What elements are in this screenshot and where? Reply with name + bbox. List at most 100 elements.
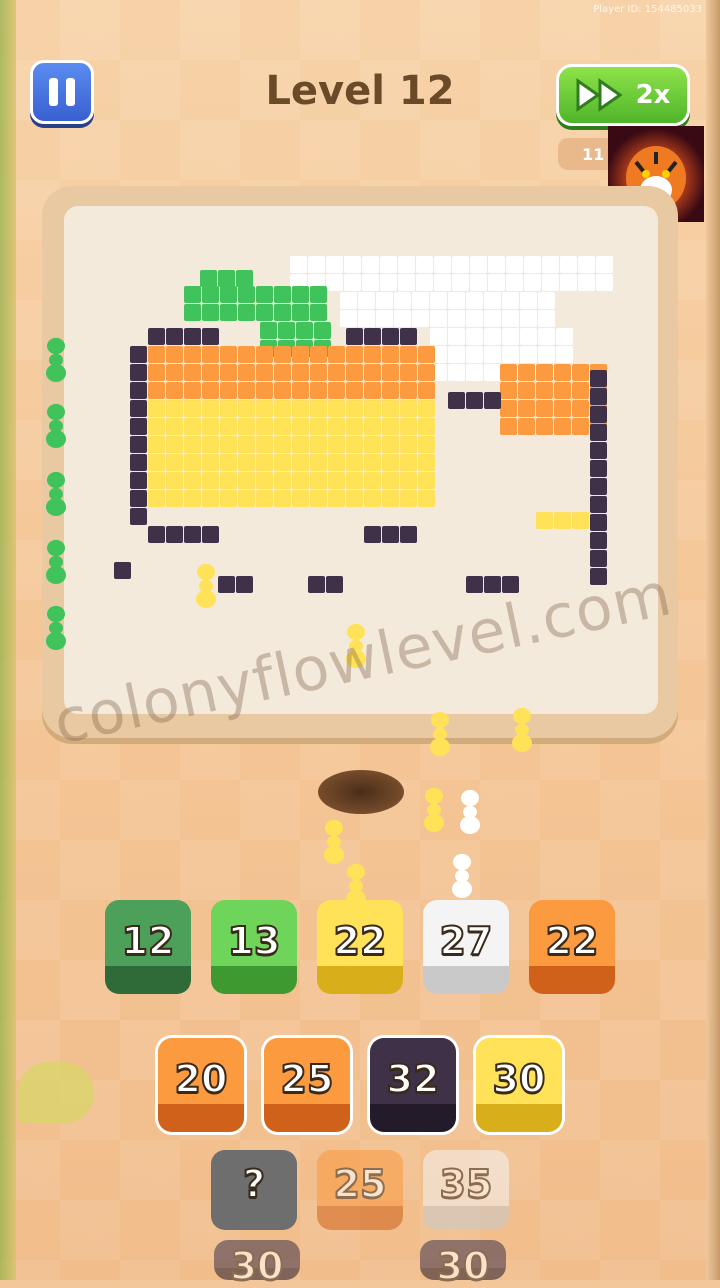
white-pixel <box>412 310 429 327</box>
white-pixel <box>340 292 357 309</box>
ant-tile[interactable]: 22 <box>317 900 403 994</box>
dark-pixel <box>466 576 483 593</box>
white-pixel <box>358 310 375 327</box>
orange-pixel <box>364 364 381 381</box>
orange-pixel <box>500 382 517 399</box>
yellow-pixel <box>346 472 363 489</box>
orange-pixel <box>346 346 363 363</box>
yellow-pixel <box>166 436 183 453</box>
yellow-pixel <box>382 472 399 489</box>
green-pixel <box>314 322 331 339</box>
dark-pixel <box>590 550 607 567</box>
dark-pixel <box>382 328 399 345</box>
yellow-pixel <box>418 454 435 471</box>
dark-pixel <box>202 526 219 543</box>
tile-number: 30 <box>436 1243 491 1288</box>
dark-pixel <box>130 490 147 507</box>
ant-tile[interactable]: 12 <box>105 900 191 994</box>
white-pixel <box>542 274 559 291</box>
green-pixel <box>218 270 235 287</box>
white-pixel <box>340 310 357 327</box>
green-pixel <box>278 322 295 339</box>
ant-tile[interactable]: 32 <box>370 1038 456 1132</box>
queue-row-2: 20 25 32 30 <box>0 1038 720 1132</box>
dark-pixel <box>400 526 417 543</box>
orange-pixel <box>292 346 309 363</box>
dark-pixel <box>448 392 465 409</box>
white-pixel <box>452 274 469 291</box>
yellow-pixel <box>184 400 201 417</box>
yellow-pixel <box>238 436 255 453</box>
yellow-pixel <box>166 400 183 417</box>
dark-pixel <box>346 328 363 345</box>
white-pixel <box>466 310 483 327</box>
white-pixel <box>484 310 501 327</box>
queue-row-3: ? 25 35 <box>0 1150 720 1230</box>
white-pixel <box>448 292 465 309</box>
orange-pixel <box>554 364 571 381</box>
yellow-pixel <box>166 454 183 471</box>
white-pixel <box>488 274 505 291</box>
dark-pixel <box>466 392 483 409</box>
white-pixel <box>412 292 429 309</box>
white-pixel <box>470 274 487 291</box>
yellow-pixel <box>292 454 309 471</box>
green-pixel <box>310 304 327 321</box>
dark-pixel <box>130 346 147 363</box>
orange-pixel <box>536 418 553 435</box>
white-pixel <box>502 346 519 363</box>
dark-pixel <box>590 370 607 387</box>
orange-pixel <box>500 364 517 381</box>
orange-pixel <box>184 364 201 381</box>
white-pixel <box>560 256 577 273</box>
yellow-ant <box>196 563 216 608</box>
orange-pixel <box>346 364 363 381</box>
yellow-pixel <box>220 400 237 417</box>
orange-pixel <box>382 346 399 363</box>
white-pixel <box>538 310 555 327</box>
white-pixel <box>484 292 501 309</box>
dark-pixel <box>166 526 183 543</box>
yellow-pixel <box>400 436 417 453</box>
tile-number: 27 <box>439 918 494 964</box>
green-pixel <box>292 304 309 321</box>
white-pixel <box>380 274 397 291</box>
orange-pixel <box>166 346 183 363</box>
yellow-pixel <box>418 436 435 453</box>
ant-tile[interactable]: 27 <box>423 900 509 994</box>
white-pixel <box>466 346 483 363</box>
ant-tile[interactable]: 30 <box>476 1038 562 1132</box>
orange-pixel <box>274 346 291 363</box>
green-pixel <box>202 286 219 303</box>
orange-pixel <box>238 382 255 399</box>
tile-number: 30 <box>492 1056 547 1102</box>
white-pixel <box>502 310 519 327</box>
dark-pixel <box>130 472 147 489</box>
yellow-pixel <box>310 418 327 435</box>
yellow-pixel <box>274 400 291 417</box>
white-pixel <box>466 292 483 309</box>
ant-tile[interactable]: 22 <box>529 900 615 994</box>
green-pixel <box>184 286 201 303</box>
orange-pixel <box>274 364 291 381</box>
ant-tile[interactable]: 25 <box>264 1038 350 1132</box>
dark-pixel <box>484 576 501 593</box>
dark-pixel <box>590 478 607 495</box>
yellow-pixel <box>346 418 363 435</box>
yellow-pixel <box>310 400 327 417</box>
white-pixel <box>362 256 379 273</box>
white-pixel <box>470 256 487 273</box>
mystery-tile[interactable]: ? <box>211 1150 297 1230</box>
ant-tile[interactable]: 20 <box>158 1038 244 1132</box>
ant-tile[interactable]: 13 <box>211 900 297 994</box>
white-pixel <box>596 256 613 273</box>
dark-pixel <box>202 328 219 345</box>
orange-pixel <box>400 364 417 381</box>
orange-pixel <box>184 346 201 363</box>
orange-pixel <box>166 382 183 399</box>
orange-pixel <box>518 364 535 381</box>
white-pixel <box>434 274 451 291</box>
white-pixel <box>542 256 559 273</box>
yellow-pixel <box>274 436 291 453</box>
white-ant <box>452 853 472 898</box>
